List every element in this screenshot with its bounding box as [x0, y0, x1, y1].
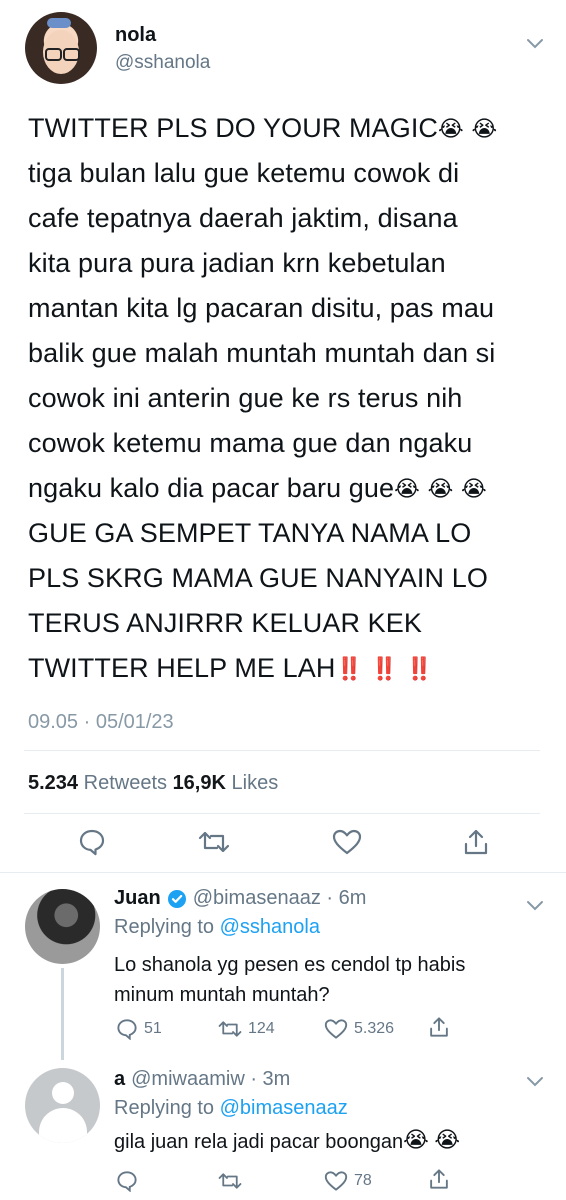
double-exclamation-emoji: ‼️: [405, 656, 434, 681]
tweet-line: cowok ketemu mama gue dan ngaku: [28, 428, 473, 458]
separator: [24, 813, 540, 814]
tweet-text: TWITTER PLS DO YOUR MAGIC😭 😭 tiga bulan …: [28, 106, 548, 691]
tweet-line: kita pura pura jadian krn kebetulan: [28, 248, 446, 278]
reply-text: Lo shanola yg pesen es cendol tp habis m…: [114, 950, 544, 1010]
reply-like-action[interactable]: 78: [324, 1170, 372, 1192]
reply-like-count: 78: [354, 1172, 372, 1189]
glasses-left: [45, 48, 62, 61]
reply-like-count: 5.326: [354, 1020, 395, 1037]
thread-line: [61, 968, 64, 1060]
retweets-label[interactable]: Retweets: [84, 772, 167, 794]
tweet-line: balik gue malah muntah muntah dan si: [28, 338, 496, 368]
retweet-icon[interactable]: [198, 828, 230, 856]
tweet-line: mantan kita lg pacaran disitu, pas mau: [28, 293, 495, 323]
separator: [0, 872, 566, 873]
like-icon[interactable]: [332, 828, 362, 856]
replying-to-link[interactable]: @sshanola: [220, 916, 320, 938]
chevron-down-icon[interactable]: [526, 900, 544, 912]
replying-to-prefix: Replying to: [114, 916, 215, 938]
likes-label[interactable]: Likes: [232, 772, 279, 794]
replying-to-link[interactable]: @bimasenaaz: [220, 1097, 348, 1119]
separator: [24, 750, 540, 751]
replying-to: Replying to @sshanola: [114, 916, 320, 939]
author-handle[interactable]: @sshanola: [115, 52, 210, 74]
hair-bow: [47, 18, 71, 28]
crying-emoji: 😭: [434, 1127, 461, 1152]
retweets-count[interactable]: 5.234: [28, 772, 78, 794]
reply-avatar-default[interactable]: [25, 1068, 100, 1143]
reply-handle-time[interactable]: @miwaamiw · 3m: [131, 1068, 290, 1091]
reply-like-action[interactable]: 5.326: [324, 1018, 394, 1040]
reply-reply-count: 51: [144, 1020, 162, 1037]
chevron-down-icon[interactable]: [526, 1076, 544, 1088]
double-exclamation-emoji: ‼️: [335, 656, 363, 681]
tweet-stats: 5.234 Retweets 16,9K Likes: [28, 772, 278, 795]
share-icon[interactable]: [462, 828, 490, 856]
avatar-body-shape: [39, 1108, 87, 1143]
crying-emoji: 😭: [438, 116, 464, 141]
reply-reply-action[interactable]: 51: [116, 1018, 162, 1040]
reply-author-name[interactable]: a: [114, 1068, 125, 1091]
reply-icon[interactable]: [116, 1170, 138, 1192]
reply-icon: [117, 1019, 137, 1040]
tweet-line: tiga bulan lalu gue ketemu cowok di: [28, 158, 460, 188]
crying-emoji: 😭: [403, 1127, 429, 1152]
like-icon: [324, 1171, 348, 1191]
reply-text-line: Lo shanola yg pesen es cendol tp habis: [114, 954, 466, 976]
share-icon[interactable]: [428, 1016, 450, 1038]
glasses-right: [63, 48, 80, 61]
crying-emoji: 😭: [427, 476, 454, 501]
author-avatar[interactable]: [25, 12, 97, 84]
reply-icon[interactable]: [78, 828, 106, 856]
crying-emoji: 😭: [461, 476, 487, 501]
tweet-line: GUE GA SEMPET TANYA NAMA LO: [28, 518, 472, 548]
reply-header: a @miwaamiw · 3m: [114, 1068, 290, 1091]
reply-author-name[interactable]: Juan: [114, 887, 161, 910]
author-name[interactable]: nola: [115, 24, 156, 47]
tweet-line: TWITTER PLS DO YOUR MAGIC: [28, 113, 439, 143]
avatar-head-shape: [52, 1082, 74, 1104]
like-icon: [324, 1019, 348, 1039]
reply-text: gila juan rela jadi pacar boongan😭 😭: [114, 1127, 554, 1157]
tweet-line: cafe tepatnya daerah jaktim, disana: [28, 203, 458, 233]
crying-emoji: 😭: [394, 476, 420, 501]
verified-badge-icon: [167, 889, 187, 909]
replying-to: Replying to @bimasenaaz: [114, 1097, 348, 1120]
reply-retweet-action[interactable]: 124: [218, 1018, 275, 1040]
replying-to-prefix: Replying to: [114, 1097, 215, 1119]
tweet-line: TWITTER HELP ME LAH: [28, 653, 336, 683]
chevron-down-icon[interactable]: [526, 38, 544, 50]
share-icon[interactable]: [428, 1168, 450, 1190]
reply-text-line: minum muntah muntah?: [114, 984, 330, 1006]
tweet-line: TERUS ANJIRRR KELUAR KEK: [28, 608, 422, 638]
tweet-timestamp[interactable]: 09.05 · 05/01/23: [28, 711, 174, 734]
tweet-line: PLS SKRG MAMA GUE NANYAIN LO: [28, 563, 488, 593]
retweet-icon[interactable]: [218, 1170, 242, 1192]
reply-header: Juan @bimasenaaz · 6m: [114, 887, 366, 910]
tweet-line: cowok ini anterin gue ke rs terus nih: [28, 383, 463, 413]
likes-count[interactable]: 16,9K: [173, 772, 226, 794]
reply-text-line: gila juan rela jadi pacar boongan: [114, 1131, 404, 1153]
reply-handle-time[interactable]: @bimasenaaz · 6m: [193, 887, 367, 910]
crying-emoji: 😭: [471, 116, 498, 141]
reply-retweet-count: 124: [248, 1020, 275, 1037]
double-exclamation-emoji: ‼️: [370, 656, 399, 681]
reply-avatar[interactable]: [25, 889, 100, 964]
tweet-line: ngaku kalo dia pacar baru gue: [28, 473, 395, 503]
retweet-icon: [218, 1021, 242, 1037]
